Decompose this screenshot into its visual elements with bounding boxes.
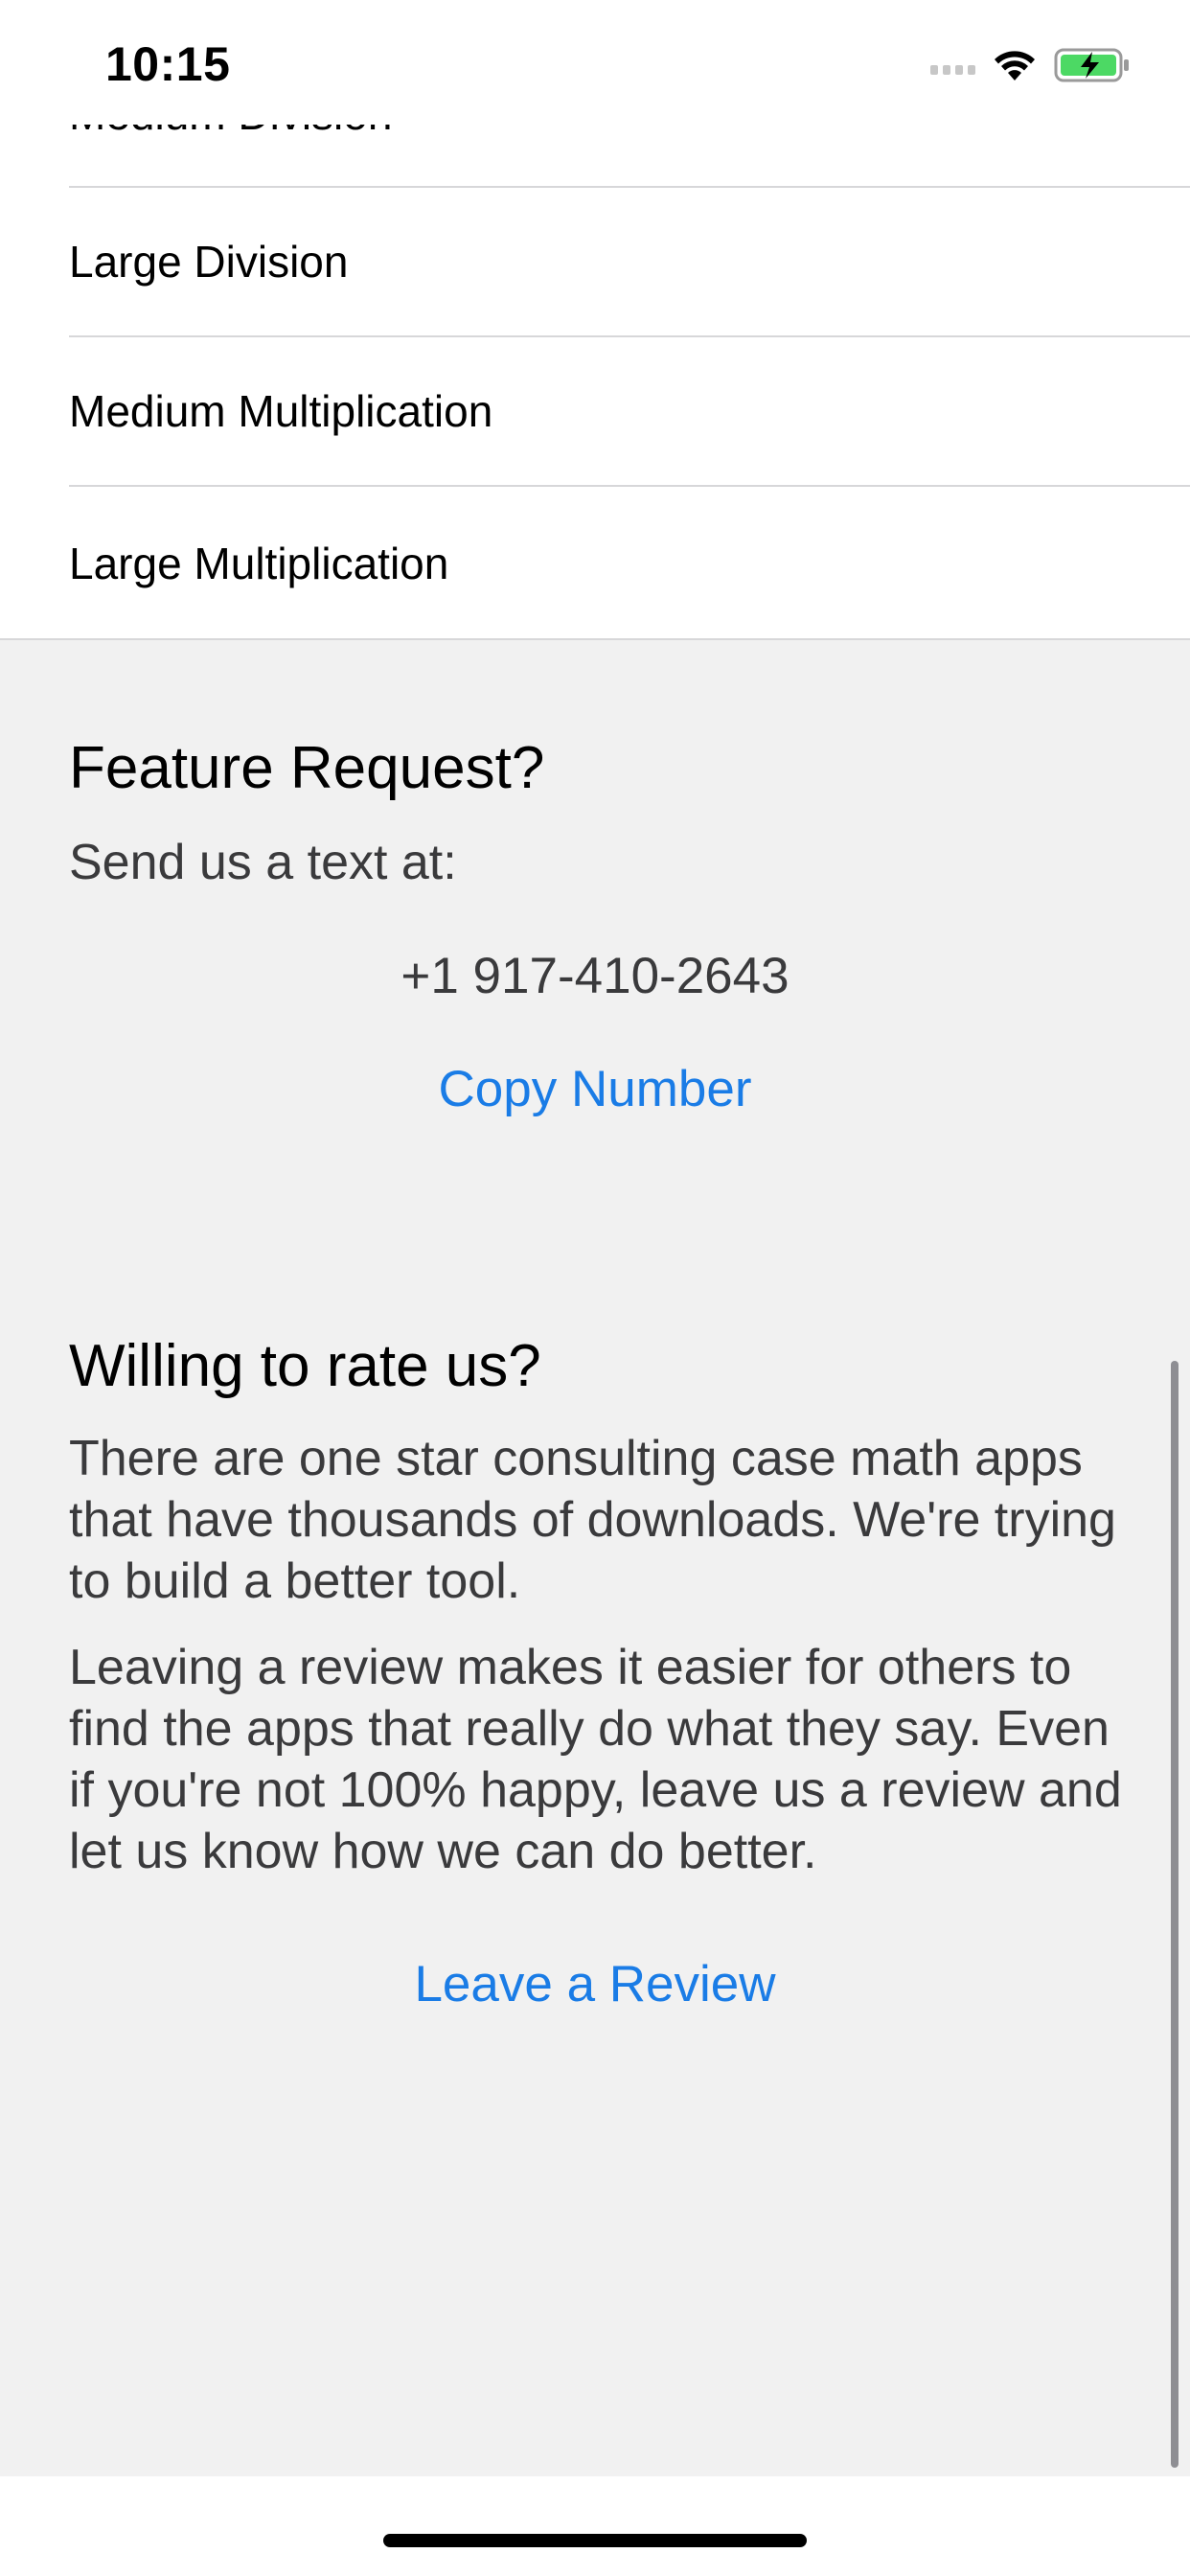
phone-number: +1 917-410-2643: [400, 948, 790, 1004]
list-item-label: Medium Multiplication: [69, 386, 493, 436]
list-item-large-multiplication[interactable]: Large Multiplication: [69, 489, 1190, 638]
list-item-label: Large Division: [69, 237, 349, 287]
wifi-icon: [995, 51, 1035, 80]
status-icons: [930, 44, 1131, 86]
home-indicator[interactable]: [383, 2534, 807, 2547]
feature-request-title: Feature Request?: [69, 735, 545, 801]
list-item-medium-multiplication[interactable]: Medium Multiplication: [69, 337, 1190, 487]
rate-us-title: Willing to rate us?: [69, 1333, 541, 1399]
status-time: 10:15: [105, 37, 231, 91]
rate-us-paragraph-1: There are one star consulting case math …: [69, 1431, 1116, 1609]
scroll-indicator[interactable]: [1171, 1361, 1179, 2468]
copy-number-button[interactable]: Copy Number: [0, 1060, 1190, 1118]
cellular-signal-icon: [930, 56, 975, 75]
list-item-large-division[interactable]: Large Division: [69, 188, 1190, 337]
rate-us-paragraph-2: Leaving a review makes it easier for oth…: [69, 1640, 1122, 1879]
leave-review-button[interactable]: Leave a Review: [0, 1955, 1190, 2013]
list-item-label: Large Multiplication: [69, 539, 449, 588]
battery-charging-icon: [1054, 48, 1129, 82]
feature-request-subtitle: Send us a text at:: [69, 835, 457, 890]
status-bar: 10:15: [0, 0, 1190, 125]
home-indicator-area: [0, 2476, 1190, 2576]
